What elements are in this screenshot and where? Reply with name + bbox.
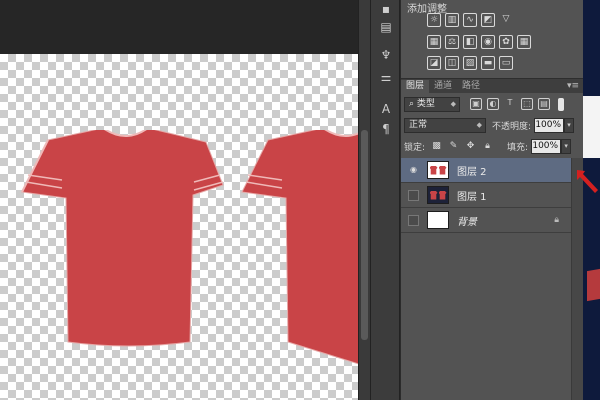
color-balance-icon[interactable]: ⚖ [445, 35, 459, 49]
tab-layers[interactable]: 图层 [401, 80, 430, 93]
layer-name[interactable]: 图层 1 [457, 188, 487, 203]
black-white-icon[interactable]: ◧ [463, 35, 477, 49]
red-pointer-arrow-icon [577, 170, 598, 193]
visibility-toggle-box[interactable] [408, 189, 419, 201]
gradient-map-icon[interactable]: ▬ [481, 56, 495, 70]
filter-toggle[interactable] [558, 97, 564, 111]
filter-adjustment-icon[interactable]: ◐ [487, 98, 499, 110]
paragraph-icon[interactable]: ¶ [376, 120, 396, 138]
right-panels: 添加调整 ☼ ▥ ∿ ◩ ▽ ▦ ⚖ ◧ ◉ ✿ ▦ ◪ ◫ ▨ ▬ ▭ 图层 … [401, 0, 583, 400]
layer-row-layer-2[interactable]: ◉ 图层 2 [401, 158, 571, 183]
tshirt-copy-image [241, 130, 358, 365]
document-white-area [583, 96, 600, 158]
visibility-toggle-box[interactable] [408, 214, 419, 226]
layer-lock-icon: 🔒︎ [554, 215, 559, 225]
lock-label: 锁定: [404, 142, 426, 153]
document-canvas[interactable] [0, 54, 358, 400]
blend-mode-select[interactable]: 正常 ◆ [404, 117, 486, 133]
layer-list: ◉ 图层 2 图层 1 背景 🔒︎ [401, 158, 571, 233]
layer-row-background[interactable]: 背景 🔒︎ [401, 208, 571, 233]
tshirt-front-image [21, 130, 224, 347]
scrollbar-thumb[interactable] [361, 130, 368, 340]
lock-image-brush-icon[interactable]: ✎ [448, 141, 459, 152]
filter-pixel-icon[interactable]: ▣ [470, 98, 482, 110]
fill-input[interactable]: 100% [531, 138, 562, 154]
photo-filter-icon[interactable]: ◉ [481, 35, 495, 49]
layer-name[interactable]: 背景 [457, 213, 477, 228]
vibrance-icon[interactable]: ▦ [427, 35, 441, 49]
gradient-triangle-icon[interactable]: ▽ [499, 13, 513, 27]
layer-thumbnail [427, 186, 449, 204]
filter-shape-icon[interactable]: ⬚ [521, 98, 533, 110]
adjustments-row-3: ◪ ◫ ▨ ▬ ▭ [427, 56, 513, 70]
layer-filter-row: ⌕ 类型 ◆ ▣ ◐ T ⬚ ▤ [404, 96, 580, 112]
document-shirt-fragment [587, 268, 600, 302]
layer-name[interactable]: 图层 2 [457, 163, 487, 178]
opacity-dropdown-arrow[interactable]: ▾ [564, 117, 575, 133]
shirt-thumbnail-icon [438, 190, 447, 200]
blend-row: 正常 ◆ 不透明度: 100% ▾ [404, 117, 580, 133]
visibility-eye-icon[interactable]: ◉ [408, 165, 419, 176]
lock-transparent-icon[interactable]: ▩ [431, 141, 442, 152]
filter-search-icon: ⌕ [409, 98, 417, 109]
history-icon[interactable]: ▪ [376, 0, 396, 18]
shirt-thumbnail-icon [429, 165, 438, 175]
panel-icon-strip: ▪ ▤ ♆ ⚌ A ¶ [370, 0, 400, 400]
channel-mixer-icon[interactable]: ✿ [499, 35, 513, 49]
layer-thumbnail [427, 211, 449, 229]
fill-label: 填充: [507, 142, 529, 153]
adjustments-row-2: ▦ ⚖ ◧ ◉ ✿ ▦ [427, 35, 531, 49]
filter-kind-select[interactable]: ⌕ 类型 ◆ [404, 96, 460, 112]
selective-color-icon[interactable]: ▭ [499, 56, 513, 70]
exposure-icon[interactable]: ◩ [481, 13, 495, 27]
adjustments-row-1: ☼ ▥ ∿ ◩ ▽ [427, 13, 513, 27]
panel-menu-icon[interactable]: ▾≡ [567, 80, 579, 93]
levels-icon[interactable]: ▥ [445, 13, 459, 27]
layer-thumbnail [427, 161, 449, 179]
background-document-edge [583, 0, 600, 400]
lock-all-icon[interactable]: 🔒︎ [482, 141, 493, 152]
opacity-label: 不透明度: [492, 121, 532, 132]
document-top-bar [0, 0, 358, 54]
filter-icons: ▣ ◐ T ⬚ ▤ [470, 98, 550, 110]
lock-row: 锁定: ▩ ✎ ✥ 🔒︎ 填充: 100% ▾ [404, 138, 580, 154]
color-lookup-icon[interactable]: ▦ [517, 35, 531, 49]
fill-dropdown-arrow[interactable]: ▾ [561, 138, 572, 154]
shirt-thumbnail-icon [429, 190, 438, 200]
canvas-vertical-scrollbar[interactable] [358, 0, 370, 400]
properties-icon[interactable]: ▤ [376, 18, 396, 36]
character-icon[interactable]: A [376, 100, 396, 118]
shirt-thumbnail-icon [438, 165, 447, 175]
opacity-input[interactable]: 100% [534, 117, 565, 133]
layers-panel: 图层 通道 路径 ▾≡ ⌕ 类型 ◆ ▣ ◐ T ⬚ ▤ 正常 ◆ 不透明度: 10… [401, 78, 583, 400]
tab-paths[interactable]: 路径 [457, 80, 485, 93]
brightness-icon[interactable]: ☼ [427, 13, 441, 27]
lock-position-move-icon[interactable]: ✥ [465, 141, 476, 152]
filter-type-icon[interactable]: T [504, 98, 516, 110]
invert-icon[interactable]: ◪ [427, 56, 441, 70]
layers-panel-tabs: 图层 通道 路径 ▾≡ [401, 79, 583, 93]
brush-presets-icon[interactable]: ♆ [376, 46, 396, 64]
filter-smart-object-icon[interactable]: ▤ [538, 98, 550, 110]
posterize-icon[interactable]: ◫ [445, 56, 459, 70]
layer-row-layer-1[interactable]: 图层 1 [401, 183, 571, 208]
adjust-sliders-icon[interactable]: ⚌ [376, 68, 396, 86]
layers-scrollbar[interactable] [571, 158, 583, 400]
threshold-icon[interactable]: ▨ [463, 56, 477, 70]
tab-channels[interactable]: 通道 [429, 80, 457, 93]
curves-icon[interactable]: ∿ [463, 13, 477, 27]
